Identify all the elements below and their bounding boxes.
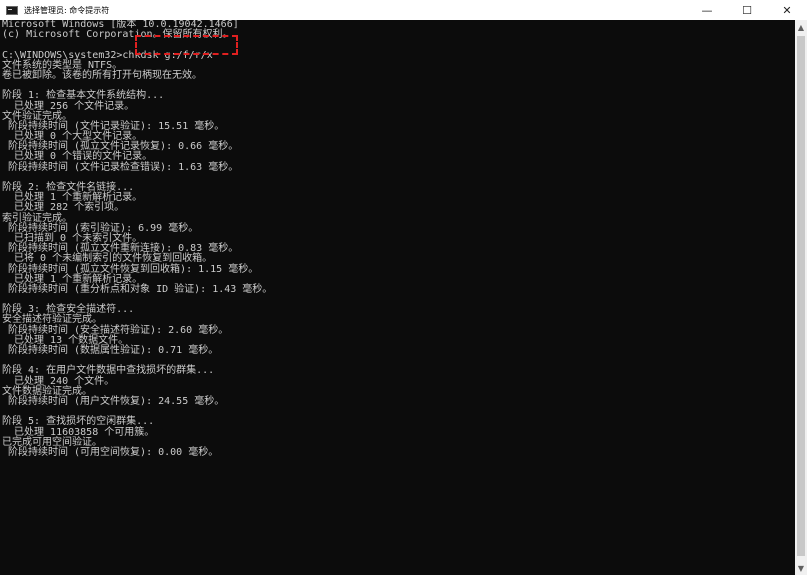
console-line: 阶段持续时间 (可用空间恢复): 0.00 毫秒。 [2, 446, 219, 458]
console-line: 卷已被卸除。该卷的所有打开句柄现在无效。 [2, 69, 202, 81]
console-line: 阶段 4: 在用户文件数据中查找损坏的群集... [2, 365, 215, 377]
console-line: 已处理 11603858 个可用簇。 [2, 426, 155, 438]
console-line: 已处理 282 个索引项。 [2, 202, 125, 214]
console-line: 已将 0 个未编制索引的文件恢复到回收箱。 [2, 253, 213, 265]
console-line: 已处理 256 个文件记录。 [2, 100, 135, 112]
console-line: 阶段 5: 查找损坏的空闲群集... [2, 416, 155, 428]
console-line: 阶段持续时间 (用户文件恢复): 24.55 毫秒。 [2, 395, 225, 407]
console-lines: Microsoft Windows [版本 10.0.19042.1466] (c… [0, 20, 795, 458]
console-line: 阶段持续时间 (文件记录检查错误): 1.63 毫秒。 [2, 161, 239, 173]
console-output[interactable]: Microsoft Windows [版本 10.0.19042.1466] (c… [0, 20, 795, 575]
console-line: (c) Microsoft Corporation。保留所有权利。 [2, 29, 233, 41]
window-title: 选择管理员: 命令提示符 [24, 5, 110, 15]
cmd-app-icon [6, 5, 18, 15]
scroll-down-icon[interactable]: ▼ [795, 561, 807, 575]
maximize-button[interactable]: ☐ [727, 0, 767, 20]
console-line: 已处理 240 个文件。 [2, 375, 115, 387]
console-line: 阶段 1: 检查基本文件系统结构... [2, 90, 165, 102]
vertical-scrollbar[interactable]: ▲ ▼ [795, 20, 807, 575]
console-line: 阶段 3: 检查安全描述符... [2, 304, 135, 316]
close-button[interactable]: ✕ [767, 0, 807, 20]
window-controls: — ☐ ✕ [687, 0, 807, 20]
minimize-button[interactable]: — [687, 0, 727, 20]
console-line: 阶段持续时间 (数据属性验证): 0.71 毫秒。 [2, 345, 219, 356]
title-bar: 选择管理员: 命令提示符 — ☐ ✕ [0, 0, 807, 21]
scroll-thumb[interactable] [797, 36, 805, 556]
console-line: 阶段持续时间 (重分析点和对象 ID 验证): 1.43 毫秒。 [2, 283, 273, 295]
scroll-up-icon[interactable]: ▲ [795, 20, 807, 34]
